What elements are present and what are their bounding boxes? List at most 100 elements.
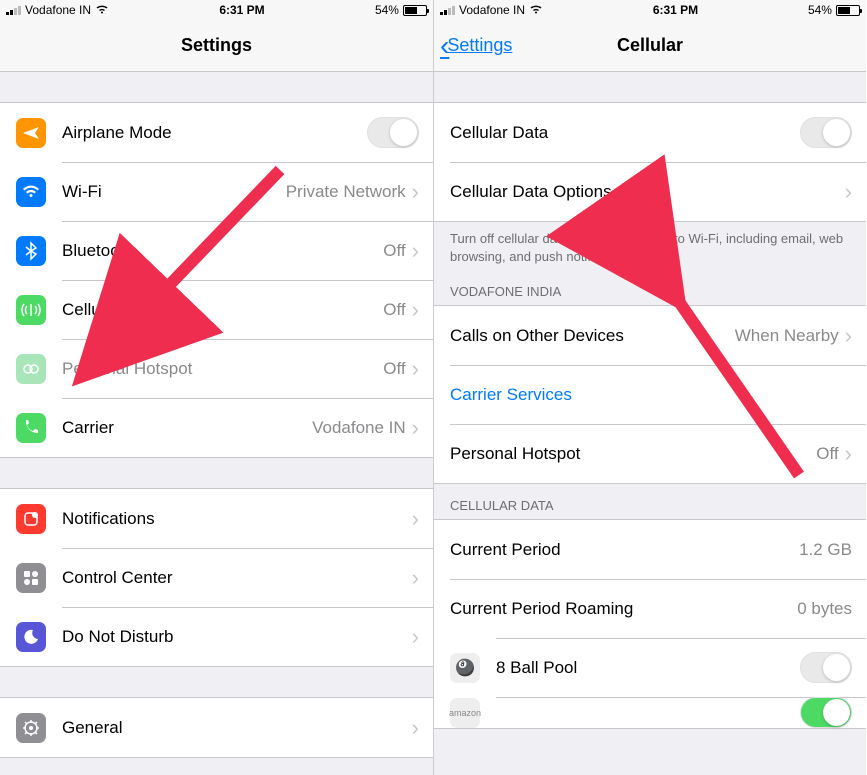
row-value: Vodafone IN [312,418,406,438]
airplane-toggle[interactable] [367,117,419,148]
app-icon: 🎱 [450,653,480,683]
section-header: VODAFONE INDIA [434,270,866,305]
row-label: Personal Hotspot [62,359,383,379]
chevron-right-icon: › [845,441,852,467]
chevron-right-icon: › [412,624,419,650]
row-personal-hotspot[interactable]: Personal Hotspot Off › [0,339,433,398]
app-icon: amazon [450,698,480,728]
battery-icon [403,5,427,16]
row-value: 1.2 GB [799,540,852,560]
cellular-group-vodafone: Calls on Other Devices When Nearby › Car… [434,305,866,484]
nav-bar: ‹ Settings Cellular [434,20,866,72]
chevron-right-icon: › [412,506,419,532]
chevron-right-icon: › [412,179,419,205]
airplane-icon [16,118,46,148]
antenna-icon [16,295,46,325]
row-cellular-data[interactable]: Cellular Data [434,103,866,162]
bluetooth-icon [16,236,46,266]
row-label: Bluetooth [62,241,383,261]
settings-group-notifications: Notifications › Control Center › Do Not … [0,488,433,667]
page-title: Cellular [434,35,866,56]
row-cellular-data-options[interactable]: Cellular Data Options › [434,162,866,221]
time-label: 6:31 PM [219,3,264,17]
row-carrier-services[interactable]: Carrier Services [434,365,866,424]
row-label: Carrier [62,418,312,438]
section-header: CELLULAR DATA [434,484,866,519]
chevron-right-icon: › [845,179,852,205]
dnd-icon [16,622,46,652]
row-label: Personal Hotspot [450,444,816,464]
row-carrier[interactable]: Carrier Vodafone IN › [0,398,433,457]
row-label: 8 Ball Pool [496,658,800,678]
row-value: Off [383,241,405,261]
row-cellular[interactable]: Cellular Off › [0,280,433,339]
battery-percent: 54% [808,3,832,17]
chevron-right-icon: › [845,323,852,349]
row-label: Wi-Fi [62,182,286,202]
row-label: Carrier Services [450,385,852,405]
row-control-center[interactable]: Control Center › [0,548,433,607]
row-app-amazon[interactable]: amazon amazon [434,697,866,728]
wifi-status-icon [95,3,109,17]
row-value: Private Network [286,182,406,202]
row-label: Cellular Data Options [450,182,845,202]
row-label: Control Center [62,568,412,588]
status-bar: Vodafone IN 6:31 PM 54% [434,0,866,20]
chevron-right-icon: › [412,415,419,441]
settings-group-general: General › [0,697,433,758]
carrier-label: Vodafone IN [25,3,91,17]
nav-bar: Settings [0,20,433,72]
row-calls-other-devices[interactable]: Calls on Other Devices When Nearby › [434,306,866,365]
row-label: Airplane Mode [62,123,367,143]
row-airplane-mode[interactable]: Airplane Mode [0,103,433,162]
app-toggle[interactable] [800,652,852,683]
row-general[interactable]: General › [0,698,433,757]
wifi-status-icon [529,3,543,17]
chevron-right-icon: › [412,238,419,264]
row-value: 0 bytes [797,599,852,619]
cellular-group-main: Cellular Data Cellular Data Options › [434,102,866,222]
row-label: Calls on Other Devices [450,326,735,346]
gear-icon [16,713,46,743]
hotspot-icon [16,354,46,384]
control-center-icon [16,563,46,593]
time-label: 6:31 PM [653,3,698,17]
row-value: When Nearby [735,326,839,346]
signal-icon [6,5,21,15]
row-label: Current Period Roaming [450,599,797,619]
row-value: Off [816,444,838,464]
cellular-group-data: Current Period 1.2 GB Current Period Roa… [434,519,866,729]
cellular-data-toggle[interactable] [800,117,852,148]
row-label: Cellular Data [450,123,800,143]
carrier-label: Vodafone IN [459,3,525,17]
row-label: Do Not Disturb [62,627,412,647]
footer-text: Turn off cellular data to restrict all d… [434,222,866,270]
row-current-period: Current Period 1.2 GB [434,520,866,579]
row-current-period-roaming: Current Period Roaming 0 bytes [434,579,866,638]
row-do-not-disturb[interactable]: Do Not Disturb › [0,607,433,666]
row-wifi[interactable]: Wi-Fi Private Network › [0,162,433,221]
battery-percent: 54% [375,3,399,17]
notifications-icon [16,504,46,534]
battery-icon [836,5,860,16]
chevron-right-icon: › [412,356,419,382]
row-bluetooth[interactable]: Bluetooth Off › [0,221,433,280]
row-value: Off [383,300,405,320]
chevron-right-icon: › [412,715,419,741]
phone-icon [16,413,46,443]
row-notifications[interactable]: Notifications › [0,489,433,548]
cellular-screen: Vodafone IN 6:31 PM 54% ‹ Settings Cellu… [433,0,866,775]
chevron-right-icon: › [412,297,419,323]
wifi-icon [16,177,46,207]
page-title: Settings [0,35,433,56]
status-bar: Vodafone IN 6:31 PM 54% [0,0,433,20]
row-value: Off [383,359,405,379]
row-label: Current Period [450,540,799,560]
settings-screen: Vodafone IN 6:31 PM 54% Settings Airplan… [0,0,433,775]
row-label: Notifications [62,509,412,529]
chevron-right-icon: › [412,565,419,591]
row-personal-hotspot[interactable]: Personal Hotspot Off › [434,424,866,483]
row-app-8ballpool[interactable]: 🎱 8 Ball Pool [434,638,866,697]
app-toggle[interactable] [800,697,852,728]
row-label: General [62,718,412,738]
